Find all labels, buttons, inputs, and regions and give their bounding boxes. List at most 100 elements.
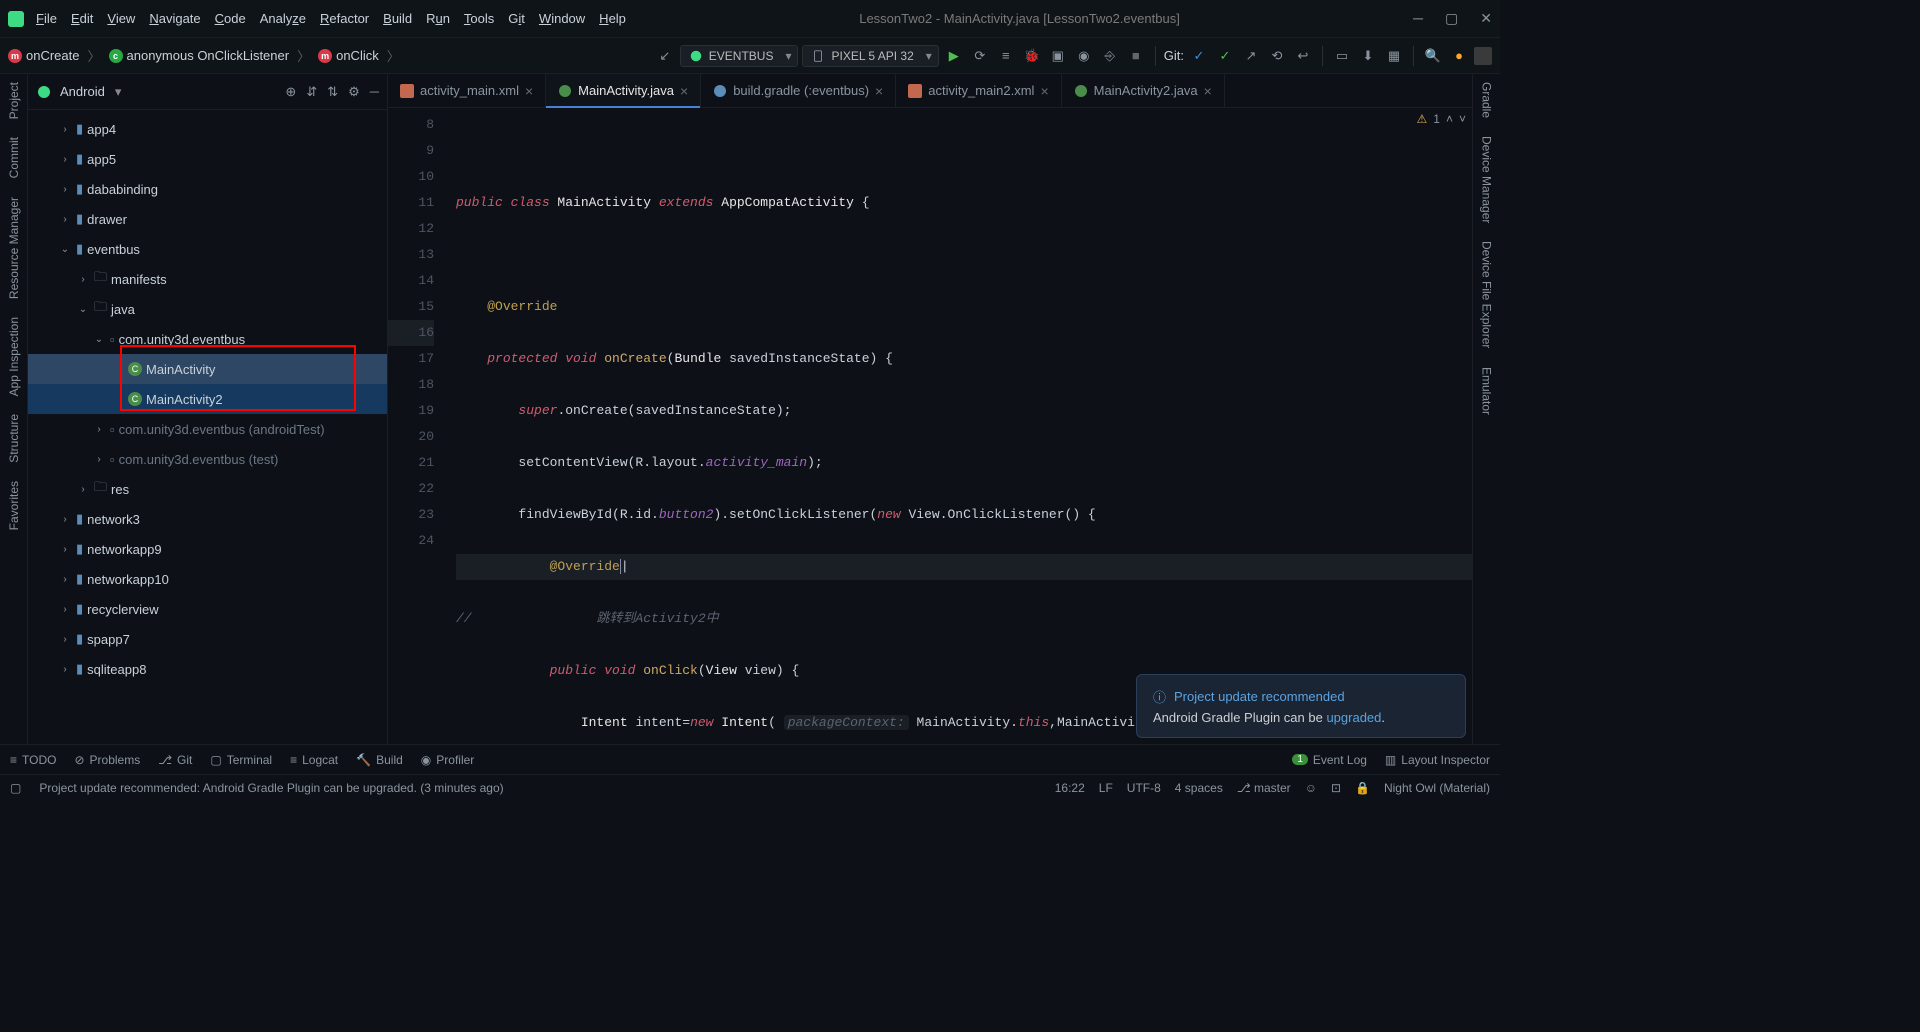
tree-module[interactable]: ›▮recyclerview — [28, 594, 387, 624]
breadcrumb-item[interactable]: monCreate — [8, 48, 79, 63]
git-history-icon[interactable]: ⟲ — [1266, 45, 1288, 67]
tree-module[interactable]: ›▮drawer — [28, 204, 387, 234]
breadcrumb-item[interactable]: monClick — [318, 48, 379, 63]
indent-setting[interactable]: 4 spaces — [1175, 781, 1223, 795]
tree-module[interactable]: ›▮app5 — [28, 144, 387, 174]
close-tab-icon[interactable]: × — [1040, 83, 1048, 99]
tool-layout-inspector[interactable]: ▥ Layout Inspector — [1385, 753, 1490, 767]
attach-debugger-icon[interactable]: ⎆ — [1099, 45, 1121, 67]
collapse-icon[interactable]: ⇅ — [327, 84, 338, 100]
run-config-dropdown[interactable]: EVENTBUS — [680, 45, 799, 67]
upgrade-link[interactable]: upgraded — [1326, 710, 1381, 725]
expand-icon[interactable]: ⇵ — [306, 84, 317, 100]
profile-icon[interactable]: ◉ — [1073, 45, 1095, 67]
tool-git[interactable]: ⎇ Git — [158, 753, 192, 767]
tree-module[interactable]: ›▮network3 — [28, 504, 387, 534]
inspection-widget[interactable]: ⚠1 ˄˅ — [1417, 112, 1466, 126]
left-tool-commit[interactable]: Commit — [7, 137, 21, 178]
debug-icon[interactable]: 🐞 — [1021, 45, 1043, 67]
tree-module[interactable]: ›▮networkapp10 — [28, 564, 387, 594]
git-branch[interactable]: ⎇ master — [1237, 781, 1291, 795]
menu-navigate[interactable]: Navigate — [149, 11, 200, 26]
menu-tools[interactable]: Tools — [464, 11, 494, 26]
line-separator[interactable]: LF — [1099, 781, 1113, 795]
tab-activity-main2-xml[interactable]: activity_main2.xml× — [896, 74, 1061, 107]
apply-changes-icon[interactable]: ⟳ — [969, 45, 991, 67]
apply-code-icon[interactable]: ≡ — [995, 45, 1017, 67]
search-icon[interactable]: 🔍 — [1422, 45, 1444, 67]
ide-update-icon[interactable]: ● — [1448, 45, 1470, 67]
menu-edit[interactable]: Edit — [71, 11, 93, 26]
stop-icon[interactable]: ■ — [1125, 45, 1147, 67]
run-icon[interactable]: ▶ — [943, 45, 965, 67]
breadcrumb-item[interactable]: canonymous OnClickListener — [109, 48, 290, 63]
menu-git[interactable]: Git — [508, 11, 525, 26]
tree-file-mainactivity[interactable]: CMainActivity — [28, 354, 387, 384]
status-icon[interactable]: ▢ — [10, 781, 21, 795]
menu-refactor[interactable]: Refactor — [320, 11, 369, 26]
tree-package[interactable]: ›▫com.unity3d.eventbus (test) — [28, 444, 387, 474]
right-tool-emulator[interactable]: Emulator — [1480, 367, 1494, 415]
menu-file[interactable]: File — [36, 11, 57, 26]
close-tab-icon[interactable]: × — [680, 83, 688, 99]
menu-view[interactable]: View — [107, 11, 135, 26]
left-tool-structure[interactable]: Structure — [7, 414, 21, 463]
cursor-position[interactable]: 16:22 — [1055, 781, 1085, 795]
tree-package[interactable]: ›▫com.unity3d.eventbus (androidTest) — [28, 414, 387, 444]
menu-window[interactable]: Window — [539, 11, 585, 26]
file-encoding[interactable]: UTF-8 — [1127, 781, 1161, 795]
menu-run[interactable]: Run — [426, 11, 450, 26]
resource-icon[interactable]: ▦ — [1383, 45, 1405, 67]
right-tool-gradle[interactable]: Gradle — [1480, 82, 1494, 118]
tree-file-mainactivity2[interactable]: CMainActivity2 — [28, 384, 387, 414]
close-tab-icon[interactable]: × — [875, 83, 883, 99]
right-tool-file-explorer[interactable]: Device File Explorer — [1480, 241, 1494, 348]
git-rollback-icon[interactable]: ↩ — [1292, 45, 1314, 67]
tab-mainactivity-java[interactable]: MainActivity.java× — [546, 74, 701, 107]
git-pull-icon[interactable]: ✓ — [1188, 45, 1210, 67]
lock-icon[interactable]: 🔒 — [1355, 781, 1370, 795]
tool-profiler[interactable]: ◉ Profiler — [421, 753, 475, 767]
maximize-icon[interactable]: ▢ — [1445, 10, 1458, 27]
tab-build-gradle[interactable]: build.gradle (:eventbus)× — [701, 74, 896, 107]
tool-event-log[interactable]: 1 Event Log — [1292, 753, 1367, 767]
left-tool-project[interactable]: Project — [7, 82, 21, 119]
left-tool-resource[interactable]: Resource Manager — [7, 197, 21, 299]
tree-module[interactable]: ⌄▮eventbus — [28, 234, 387, 264]
git-push-icon[interactable]: ↗ — [1240, 45, 1262, 67]
hide-icon[interactable]: ─ — [370, 84, 379, 100]
git-commit-icon[interactable]: ✓ — [1214, 45, 1236, 67]
close-tab-icon[interactable]: × — [1204, 83, 1212, 99]
settings-icon[interactable] — [1474, 47, 1492, 65]
tool-problems[interactable]: ⊘ Problems — [74, 753, 140, 767]
menu-code[interactable]: Code — [215, 11, 246, 26]
avd-icon[interactable]: ▭ — [1331, 45, 1353, 67]
theme-indicator[interactable]: Night Owl (Material) — [1384, 781, 1490, 795]
tool-terminal[interactable]: ▢ Terminal — [210, 753, 272, 767]
minimize-icon[interactable]: ─ — [1413, 10, 1423, 27]
right-tool-device-manager[interactable]: Device Manager — [1480, 136, 1494, 223]
code-content[interactable]: public class MainActivity extends AppCom… — [452, 108, 1472, 744]
left-tool-app-inspection[interactable]: App Inspection — [7, 317, 21, 396]
tree-folder[interactable]: ›🗀res — [28, 474, 387, 504]
project-view-selector[interactable]: Android — [60, 84, 121, 100]
left-tool-favorites[interactable]: Favorites — [7, 481, 21, 530]
tree-module[interactable]: ›▮sqliteapp8 — [28, 654, 387, 684]
coverage-icon[interactable]: ▣ — [1047, 45, 1069, 67]
tree-module[interactable]: ›▮dababinding — [28, 174, 387, 204]
back-icon[interactable]: ↙ — [654, 45, 676, 67]
emoji-icon[interactable]: ☺ — [1305, 781, 1317, 795]
tool-build[interactable]: 🔨 Build — [356, 753, 403, 767]
notification-popup[interactable]: ⓘProject update recommended Android Grad… — [1136, 674, 1466, 738]
close-icon[interactable]: ✕ — [1480, 10, 1492, 27]
tool-todo[interactable]: ≡ TODO — [10, 753, 56, 767]
tree-module[interactable]: ›▮networkapp9 — [28, 534, 387, 564]
select-file-icon[interactable]: ⊕ — [285, 84, 296, 100]
tree-module[interactable]: ›▮app4 — [28, 114, 387, 144]
sdk-icon[interactable]: ⬇ — [1357, 45, 1379, 67]
device-dropdown[interactable]: PIXEL 5 API 32 — [802, 45, 938, 67]
tree-folder[interactable]: ›🗀manifests — [28, 264, 387, 294]
tool-logcat[interactable]: ≡ Logcat — [290, 753, 338, 767]
menu-build[interactable]: Build — [383, 11, 412, 26]
close-tab-icon[interactable]: × — [525, 83, 533, 99]
